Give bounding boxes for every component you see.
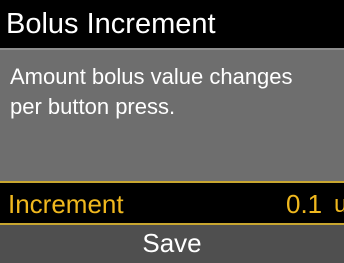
save-button-label: Save — [142, 228, 202, 258]
description-line-1: Amount bolus value changes — [10, 64, 293, 89]
pump-screen: Bolus Increment Amount bolus value chang… — [0, 0, 344, 263]
increment-unit: u — [334, 191, 344, 219]
page-title: Bolus Increment — [6, 8, 216, 40]
description-text: Amount bolus value changes per button pr… — [10, 62, 342, 122]
title-bar: Bolus Increment — [0, 0, 344, 48]
increment-label: Increment — [8, 189, 124, 219]
increment-value: 0.1 — [286, 189, 323, 219]
increment-setting-row[interactable]: Increment 0.1 u — [0, 181, 344, 225]
save-button[interactable]: Save — [0, 225, 344, 263]
description-line-2: per button press. — [10, 94, 176, 119]
description-panel: Amount bolus value changes per button pr… — [0, 48, 344, 181]
